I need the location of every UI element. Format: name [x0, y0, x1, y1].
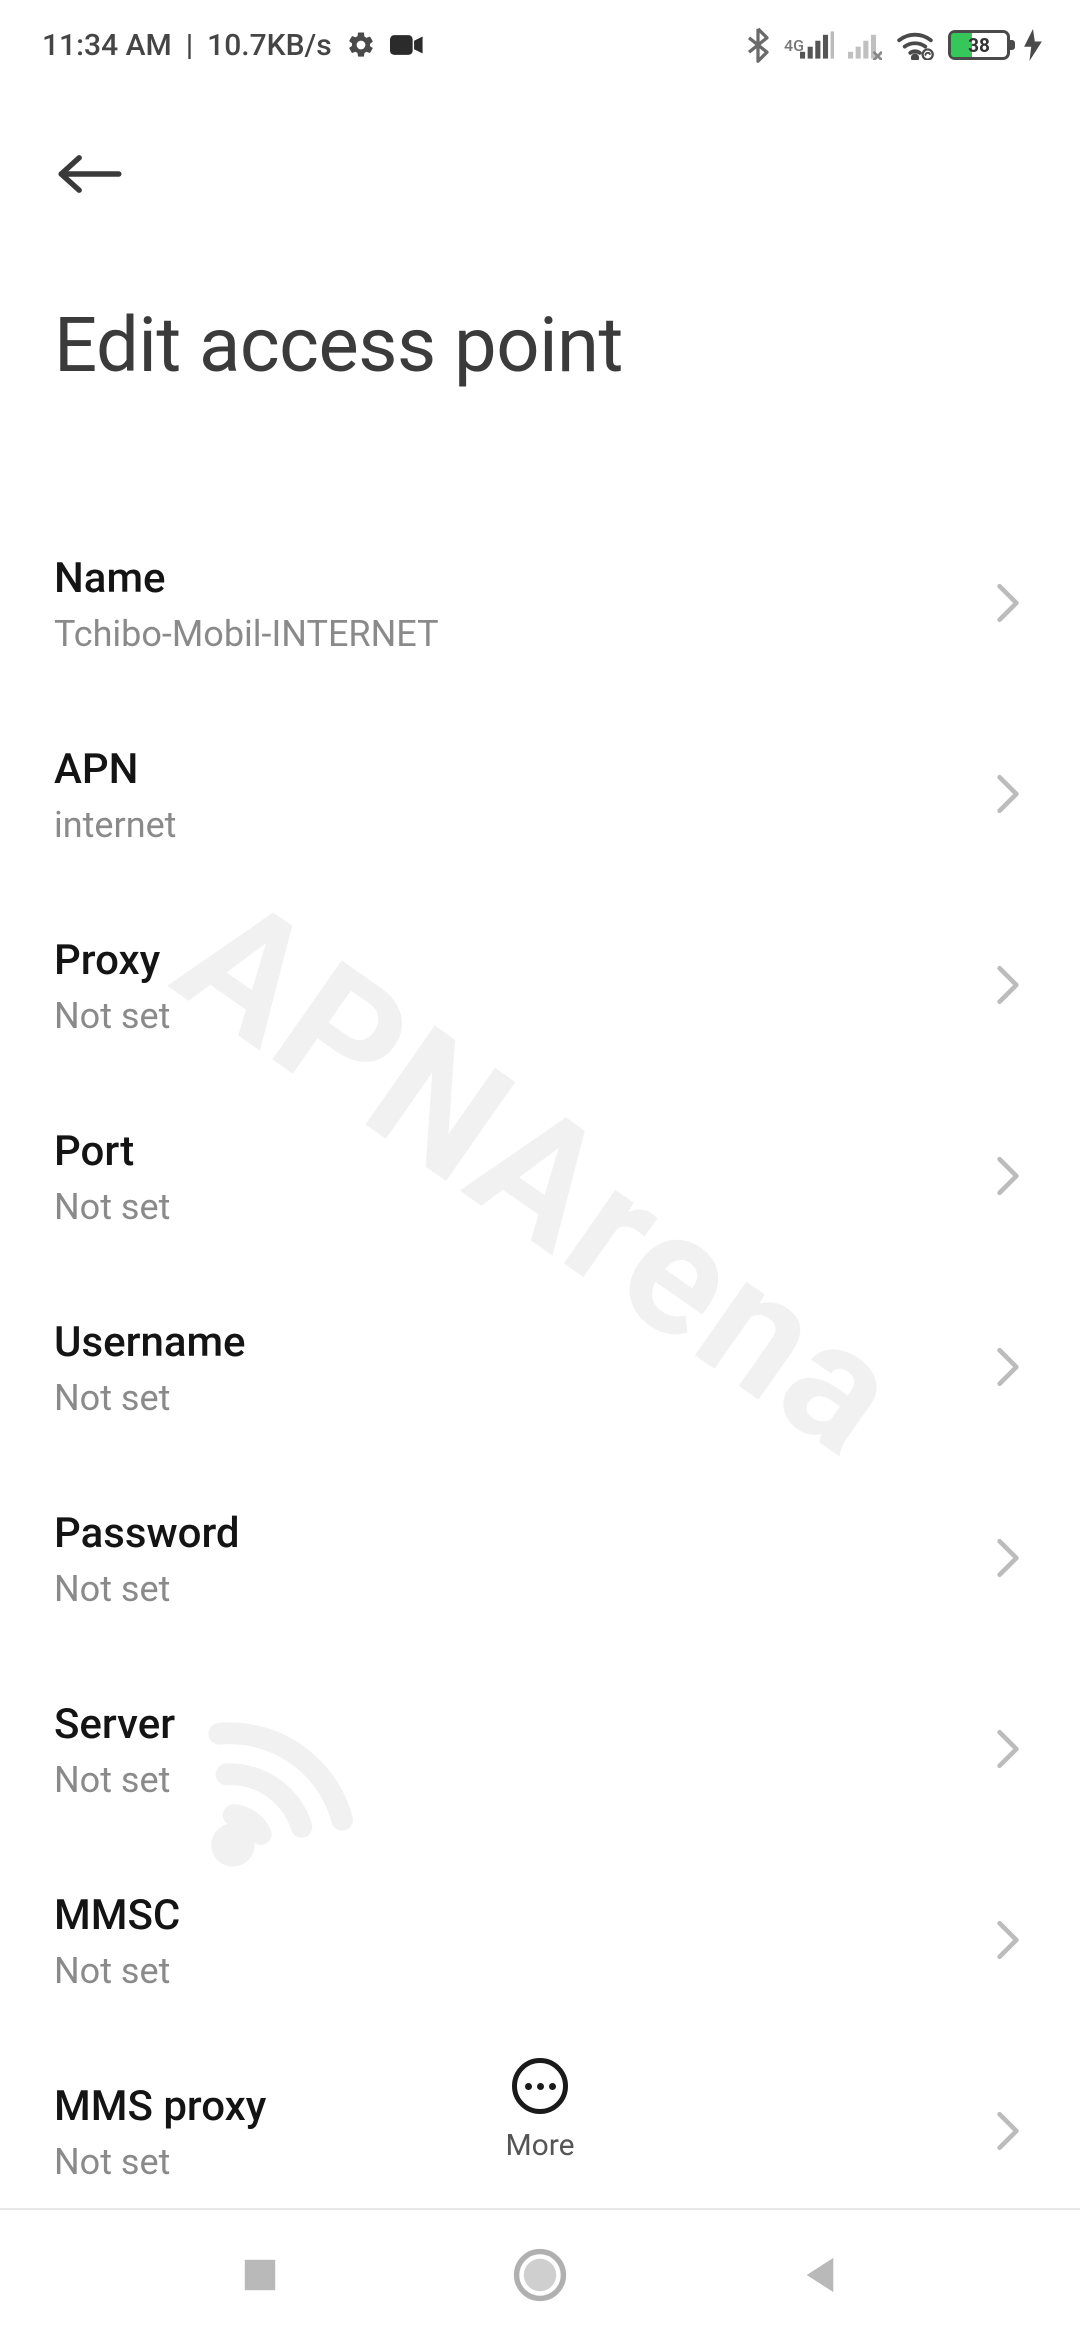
row-label: MMSC [54, 1891, 180, 1940]
more-icon [512, 2058, 568, 2114]
wifi-icon [896, 30, 934, 60]
row-apn[interactable]: APN internet [54, 701, 1026, 892]
battery-icon: 38 [948, 30, 1010, 60]
bluetooth-icon [746, 27, 770, 63]
status-speed: 10.7KB/s [207, 28, 332, 63]
nav-recent-button[interactable] [230, 2245, 290, 2305]
row-label: Proxy [54, 936, 170, 985]
gear-icon [346, 30, 376, 60]
camera-icon [390, 33, 424, 57]
row-value: Not set [54, 1568, 240, 1610]
nav-back-button[interactable] [790, 2245, 850, 2305]
page-title: Edit access point [54, 300, 1026, 390]
row-value: Not set [54, 1759, 175, 1801]
status-time: 11:34 AM [42, 28, 172, 63]
row-value: internet [54, 804, 176, 846]
system-nav-bar [0, 2210, 1080, 2340]
row-value: Not set [54, 1186, 170, 1228]
row-label: Port [54, 1127, 170, 1176]
row-password[interactable]: Password Not set [54, 1465, 1026, 1656]
chevron-right-icon [994, 1728, 1022, 1774]
chevron-right-icon [994, 1155, 1022, 1201]
row-label: Name [54, 554, 439, 603]
row-value: Not set [54, 995, 170, 1037]
status-divider: | [186, 28, 193, 63]
row-label: Server [54, 1700, 175, 1749]
chevron-right-icon [994, 773, 1022, 819]
row-value: Tchibo-Mobil-INTERNET [54, 613, 439, 655]
row-label: Password [54, 1509, 240, 1558]
chevron-right-icon [994, 1919, 1022, 1965]
row-value: Not set [54, 1950, 180, 1992]
row-port[interactable]: Port Not set [54, 1083, 1026, 1274]
back-button[interactable] [54, 134, 134, 214]
row-username[interactable]: Username Not set [54, 1274, 1026, 1465]
row-server[interactable]: Server Not set [54, 1656, 1026, 1847]
chevron-right-icon [994, 964, 1022, 1010]
row-proxy[interactable]: Proxy Not set [54, 892, 1026, 1083]
more-label: More [505, 2128, 574, 2163]
charging-icon [1024, 29, 1042, 61]
signal-weak-icon [848, 30, 882, 60]
row-label: APN [54, 745, 176, 794]
signal-4g-icon: 4G [784, 30, 834, 60]
apn-field-list: Name Tchibo-Mobil-INTERNET APN internet … [0, 400, 1080, 2229]
chevron-right-icon [994, 1537, 1022, 1583]
nav-home-button[interactable] [510, 2245, 570, 2305]
more-button[interactable]: More [0, 2058, 1080, 2163]
row-mmsc[interactable]: MMSC Not set [54, 1847, 1026, 2038]
chevron-right-icon [994, 582, 1022, 628]
chevron-right-icon [994, 1346, 1022, 1392]
row-name[interactable]: Name Tchibo-Mobil-INTERNET [54, 510, 1026, 701]
status-bar: 11:34 AM | 10.7KB/s 4G 38 [0, 0, 1080, 90]
row-value: Not set [54, 1377, 246, 1419]
row-label: Username [54, 1318, 246, 1367]
